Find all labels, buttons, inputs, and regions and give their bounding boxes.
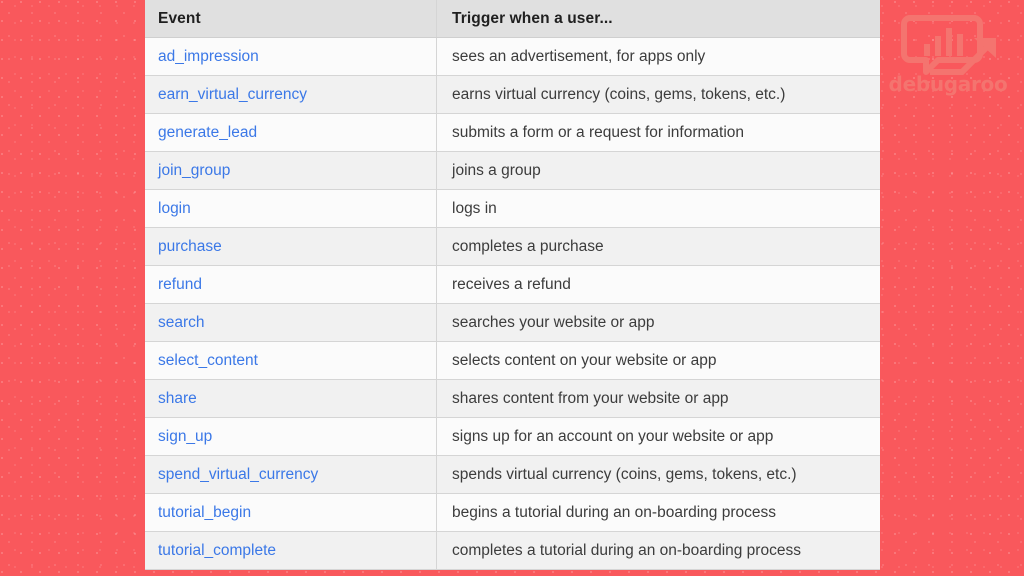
column-header-event: Event xyxy=(145,0,437,37)
table-row: tutorial_begin begins a tutorial during a… xyxy=(145,494,880,532)
table-row: join_group joins a group xyxy=(145,152,880,190)
cell-event: join_group xyxy=(145,152,437,189)
cell-trigger: completes a tutorial during an on-boardi… xyxy=(437,532,880,569)
table-row: login logs in xyxy=(145,190,880,228)
cell-event: login xyxy=(145,190,437,227)
cell-trigger: searches your website or app xyxy=(437,304,880,341)
cell-event: share xyxy=(145,380,437,417)
table-body: ad_impression sees an advertisement, for … xyxy=(145,38,880,570)
table-row: share shares content from your website or… xyxy=(145,380,880,418)
trigger-description: begins a tutorial during an on-boarding … xyxy=(452,503,776,521)
cell-event: spend_virtual_currency xyxy=(145,456,437,493)
trigger-description: completes a tutorial during an on-boardi… xyxy=(452,541,801,559)
event-link[interactable]: earn_virtual_currency xyxy=(158,86,307,104)
trigger-description: searches your website or app xyxy=(452,313,655,331)
event-link[interactable]: select_content xyxy=(158,352,258,370)
table-row: search searches your website or app xyxy=(145,304,880,342)
event-link[interactable]: join_group xyxy=(158,162,230,180)
column-header-trigger-label: Trigger when a user... xyxy=(452,9,613,27)
trigger-description: sees an advertisement, for apps only xyxy=(452,47,706,65)
cell-trigger: submits a form or a request for informat… xyxy=(437,114,880,151)
event-link[interactable]: refund xyxy=(158,276,202,294)
trigger-description: logs in xyxy=(452,199,497,217)
table-row: tutorial_complete completes a tutorial du… xyxy=(145,532,880,570)
table-row: spend_virtual_currency spends virtual cur… xyxy=(145,456,880,494)
cell-trigger: begins a tutorial during an on-boarding … xyxy=(437,494,880,531)
brand-name: debugaroo xyxy=(888,72,1008,96)
event-link[interactable]: tutorial_begin xyxy=(158,504,251,522)
trigger-description: earns virtual currency (coins, gems, tok… xyxy=(452,85,786,103)
table-row: generate_lead submits a form or a request… xyxy=(145,114,880,152)
trigger-description: selects content on your website or app xyxy=(452,351,717,369)
brand-logo: debugaroo xyxy=(886,14,1010,106)
event-link[interactable]: sign_up xyxy=(158,428,212,446)
cell-trigger: receives a refund xyxy=(437,266,880,303)
cell-event: ad_impression xyxy=(145,38,437,75)
table-row: refund receives a refund xyxy=(145,266,880,304)
table-row: earn_virtual_currency earns virtual curre… xyxy=(145,76,880,114)
trigger-description: submits a form or a request for informat… xyxy=(452,123,745,141)
cell-trigger: spends virtual currency (coins, gems, to… xyxy=(437,456,880,493)
event-link[interactable]: spend_virtual_currency xyxy=(158,466,318,484)
trigger-description: receives a refund xyxy=(452,275,571,293)
cell-event: search xyxy=(145,304,437,341)
cell-event: select_content xyxy=(145,342,437,379)
trigger-description: completes a purchase xyxy=(452,237,604,255)
events-table: Event Trigger when a user... ad_impressi… xyxy=(145,0,880,576)
trigger-description: shares content from your website or app xyxy=(452,389,729,407)
cell-event: generate_lead xyxy=(145,114,437,151)
table-header-row: Event Trigger when a user... xyxy=(145,0,880,38)
event-link[interactable]: share xyxy=(158,390,197,408)
cell-trigger: sees an advertisement, for apps only xyxy=(437,38,880,75)
table-row: purchase completes a purchase xyxy=(145,228,880,266)
cell-event: tutorial_complete xyxy=(145,532,437,569)
cell-trigger: signs up for an account on your website … xyxy=(437,418,880,455)
trigger-description: joins a group xyxy=(452,161,541,179)
cell-trigger: completes a purchase xyxy=(437,228,880,265)
column-header-trigger: Trigger when a user... xyxy=(437,0,880,37)
table-row: select_content selects content on your we… xyxy=(145,342,880,380)
event-link[interactable]: login xyxy=(158,200,191,218)
cell-event: purchase xyxy=(145,228,437,265)
speech-bubble-bar-chart-arrow-icon xyxy=(900,14,1004,76)
cell-trigger: earns virtual currency (coins, gems, tok… xyxy=(437,76,880,113)
table-row: sign_up signs up for an account on your w… xyxy=(145,418,880,456)
cell-trigger: selects content on your website or app xyxy=(437,342,880,379)
cell-event: refund xyxy=(145,266,437,303)
event-link[interactable]: search xyxy=(158,314,205,332)
table-row: ad_impression sees an advertisement, for … xyxy=(145,38,880,76)
cell-trigger: logs in xyxy=(437,190,880,227)
event-link[interactable]: tutorial_complete xyxy=(158,542,276,560)
cell-trigger: joins a group xyxy=(437,152,880,189)
cell-trigger: shares content from your website or app xyxy=(437,380,880,417)
event-link[interactable]: generate_lead xyxy=(158,124,257,142)
cell-event: tutorial_begin xyxy=(145,494,437,531)
event-link[interactable]: ad_impression xyxy=(158,48,259,66)
cell-event: sign_up xyxy=(145,418,437,455)
trigger-description: spends virtual currency (coins, gems, to… xyxy=(452,465,797,483)
trigger-description: signs up for an account on your website … xyxy=(452,427,774,445)
event-link[interactable]: purchase xyxy=(158,238,222,256)
cell-event: earn_virtual_currency xyxy=(145,76,437,113)
column-header-event-label: Event xyxy=(158,9,201,27)
